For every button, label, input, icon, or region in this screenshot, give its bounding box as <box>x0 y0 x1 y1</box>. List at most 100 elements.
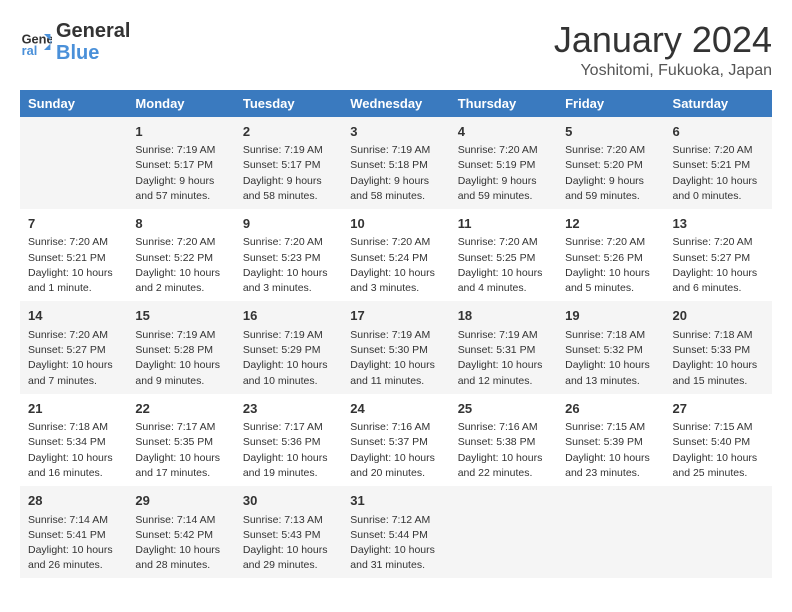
col-header-sunday: Sunday <box>20 90 127 117</box>
day-info: Sunrise: 7:14 AM Sunset: 5:41 PM Dayligh… <box>28 513 119 574</box>
week-row-5: 28Sunrise: 7:14 AM Sunset: 5:41 PM Dayli… <box>20 486 772 578</box>
day-number: 16 <box>243 306 334 326</box>
col-header-thursday: Thursday <box>450 90 557 117</box>
calendar-cell: 5Sunrise: 7:20 AM Sunset: 5:20 PM Daylig… <box>557 117 664 209</box>
week-row-2: 7Sunrise: 7:20 AM Sunset: 5:21 PM Daylig… <box>20 209 772 301</box>
calendar-table: SundayMondayTuesdayWednesdayThursdayFrid… <box>20 90 772 579</box>
calendar-cell: 24Sunrise: 7:16 AM Sunset: 5:37 PM Dayli… <box>342 394 449 486</box>
day-info: Sunrise: 7:20 AM Sunset: 5:21 PM Dayligh… <box>28 235 119 296</box>
day-info: Sunrise: 7:19 AM Sunset: 5:30 PM Dayligh… <box>350 328 441 389</box>
calendar-cell: 12Sunrise: 7:20 AM Sunset: 5:26 PM Dayli… <box>557 209 664 301</box>
day-number: 11 <box>458 214 549 234</box>
calendar-cell: 8Sunrise: 7:20 AM Sunset: 5:22 PM Daylig… <box>127 209 234 301</box>
calendar-cell: 11Sunrise: 7:20 AM Sunset: 5:25 PM Dayli… <box>450 209 557 301</box>
day-info: Sunrise: 7:16 AM Sunset: 5:37 PM Dayligh… <box>350 420 441 481</box>
logo-icon: Gene ral <box>20 26 52 58</box>
day-number: 3 <box>350 122 441 142</box>
calendar-cell: 29Sunrise: 7:14 AM Sunset: 5:42 PM Dayli… <box>127 486 234 578</box>
day-number: 28 <box>28 491 119 511</box>
day-number: 27 <box>673 399 764 419</box>
day-number: 19 <box>565 306 656 326</box>
page-header: Gene ral General Blue January 2024 Yoshi… <box>20 20 772 80</box>
calendar-cell: 9Sunrise: 7:20 AM Sunset: 5:23 PM Daylig… <box>235 209 342 301</box>
day-info: Sunrise: 7:19 AM Sunset: 5:17 PM Dayligh… <box>243 143 334 204</box>
calendar-cell: 23Sunrise: 7:17 AM Sunset: 5:36 PM Dayli… <box>235 394 342 486</box>
title-block: January 2024 Yoshitomi, Fukuoka, Japan <box>554 20 772 80</box>
day-info: Sunrise: 7:18 AM Sunset: 5:33 PM Dayligh… <box>673 328 764 389</box>
calendar-cell: 19Sunrise: 7:18 AM Sunset: 5:32 PM Dayli… <box>557 301 664 393</box>
calendar-cell: 14Sunrise: 7:20 AM Sunset: 5:27 PM Dayli… <box>20 301 127 393</box>
day-number: 2 <box>243 122 334 142</box>
day-info: Sunrise: 7:19 AM Sunset: 5:17 PM Dayligh… <box>135 143 226 204</box>
calendar-cell: 26Sunrise: 7:15 AM Sunset: 5:39 PM Dayli… <box>557 394 664 486</box>
week-row-1: 1Sunrise: 7:19 AM Sunset: 5:17 PM Daylig… <box>20 117 772 209</box>
calendar-cell: 21Sunrise: 7:18 AM Sunset: 5:34 PM Dayli… <box>20 394 127 486</box>
calendar-cell: 28Sunrise: 7:14 AM Sunset: 5:41 PM Dayli… <box>20 486 127 578</box>
day-info: Sunrise: 7:16 AM Sunset: 5:38 PM Dayligh… <box>458 420 549 481</box>
col-header-friday: Friday <box>557 90 664 117</box>
calendar-cell: 22Sunrise: 7:17 AM Sunset: 5:35 PM Dayli… <box>127 394 234 486</box>
day-number: 6 <box>673 122 764 142</box>
day-info: Sunrise: 7:19 AM Sunset: 5:28 PM Dayligh… <box>135 328 226 389</box>
day-number: 18 <box>458 306 549 326</box>
day-number: 22 <box>135 399 226 419</box>
header-row: SundayMondayTuesdayWednesdayThursdayFrid… <box>20 90 772 117</box>
calendar-cell <box>557 486 664 578</box>
col-header-monday: Monday <box>127 90 234 117</box>
day-number: 31 <box>350 491 441 511</box>
calendar-cell <box>450 486 557 578</box>
day-info: Sunrise: 7:20 AM Sunset: 5:19 PM Dayligh… <box>458 143 549 204</box>
calendar-cell: 4Sunrise: 7:20 AM Sunset: 5:19 PM Daylig… <box>450 117 557 209</box>
day-info: Sunrise: 7:20 AM Sunset: 5:24 PM Dayligh… <box>350 235 441 296</box>
calendar-cell: 13Sunrise: 7:20 AM Sunset: 5:27 PM Dayli… <box>665 209 772 301</box>
day-info: Sunrise: 7:20 AM Sunset: 5:23 PM Dayligh… <box>243 235 334 296</box>
calendar-cell: 1Sunrise: 7:19 AM Sunset: 5:17 PM Daylig… <box>127 117 234 209</box>
calendar-cell: 25Sunrise: 7:16 AM Sunset: 5:38 PM Dayli… <box>450 394 557 486</box>
day-number: 1 <box>135 122 226 142</box>
calendar-cell: 20Sunrise: 7:18 AM Sunset: 5:33 PM Dayli… <box>665 301 772 393</box>
day-info: Sunrise: 7:20 AM Sunset: 5:21 PM Dayligh… <box>673 143 764 204</box>
day-info: Sunrise: 7:19 AM Sunset: 5:29 PM Dayligh… <box>243 328 334 389</box>
day-info: Sunrise: 7:15 AM Sunset: 5:40 PM Dayligh… <box>673 420 764 481</box>
calendar-cell: 3Sunrise: 7:19 AM Sunset: 5:18 PM Daylig… <box>342 117 449 209</box>
day-info: Sunrise: 7:20 AM Sunset: 5:20 PM Dayligh… <box>565 143 656 204</box>
calendar-cell <box>20 117 127 209</box>
day-info: Sunrise: 7:13 AM Sunset: 5:43 PM Dayligh… <box>243 513 334 574</box>
day-number: 5 <box>565 122 656 142</box>
day-info: Sunrise: 7:20 AM Sunset: 5:27 PM Dayligh… <box>673 235 764 296</box>
day-number: 7 <box>28 214 119 234</box>
day-info: Sunrise: 7:19 AM Sunset: 5:31 PM Dayligh… <box>458 328 549 389</box>
day-number: 12 <box>565 214 656 234</box>
day-info: Sunrise: 7:18 AM Sunset: 5:32 PM Dayligh… <box>565 328 656 389</box>
day-number: 26 <box>565 399 656 419</box>
day-number: 10 <box>350 214 441 234</box>
day-number: 30 <box>243 491 334 511</box>
day-number: 23 <box>243 399 334 419</box>
col-header-saturday: Saturday <box>665 90 772 117</box>
day-number: 20 <box>673 306 764 326</box>
calendar-cell: 18Sunrise: 7:19 AM Sunset: 5:31 PM Dayli… <box>450 301 557 393</box>
day-number: 24 <box>350 399 441 419</box>
day-number: 4 <box>458 122 549 142</box>
day-info: Sunrise: 7:20 AM Sunset: 5:22 PM Dayligh… <box>135 235 226 296</box>
calendar-cell: 31Sunrise: 7:12 AM Sunset: 5:44 PM Dayli… <box>342 486 449 578</box>
month-title: January 2024 <box>554 20 772 60</box>
col-header-wednesday: Wednesday <box>342 90 449 117</box>
location: Yoshitomi, Fukuoka, Japan <box>554 62 772 80</box>
day-info: Sunrise: 7:20 AM Sunset: 5:27 PM Dayligh… <box>28 328 119 389</box>
day-number: 21 <box>28 399 119 419</box>
day-info: Sunrise: 7:19 AM Sunset: 5:18 PM Dayligh… <box>350 143 441 204</box>
week-row-3: 14Sunrise: 7:20 AM Sunset: 5:27 PM Dayli… <box>20 301 772 393</box>
day-info: Sunrise: 7:14 AM Sunset: 5:42 PM Dayligh… <box>135 513 226 574</box>
day-number: 8 <box>135 214 226 234</box>
day-info: Sunrise: 7:17 AM Sunset: 5:35 PM Dayligh… <box>135 420 226 481</box>
svg-text:ral: ral <box>22 43 38 58</box>
calendar-cell: 30Sunrise: 7:13 AM Sunset: 5:43 PM Dayli… <box>235 486 342 578</box>
day-number: 25 <box>458 399 549 419</box>
calendar-cell: 10Sunrise: 7:20 AM Sunset: 5:24 PM Dayli… <box>342 209 449 301</box>
calendar-cell: 17Sunrise: 7:19 AM Sunset: 5:30 PM Dayli… <box>342 301 449 393</box>
day-number: 17 <box>350 306 441 326</box>
logo-line1: General <box>56 20 130 42</box>
day-number: 29 <box>135 491 226 511</box>
logo: Gene ral General Blue <box>20 20 130 64</box>
